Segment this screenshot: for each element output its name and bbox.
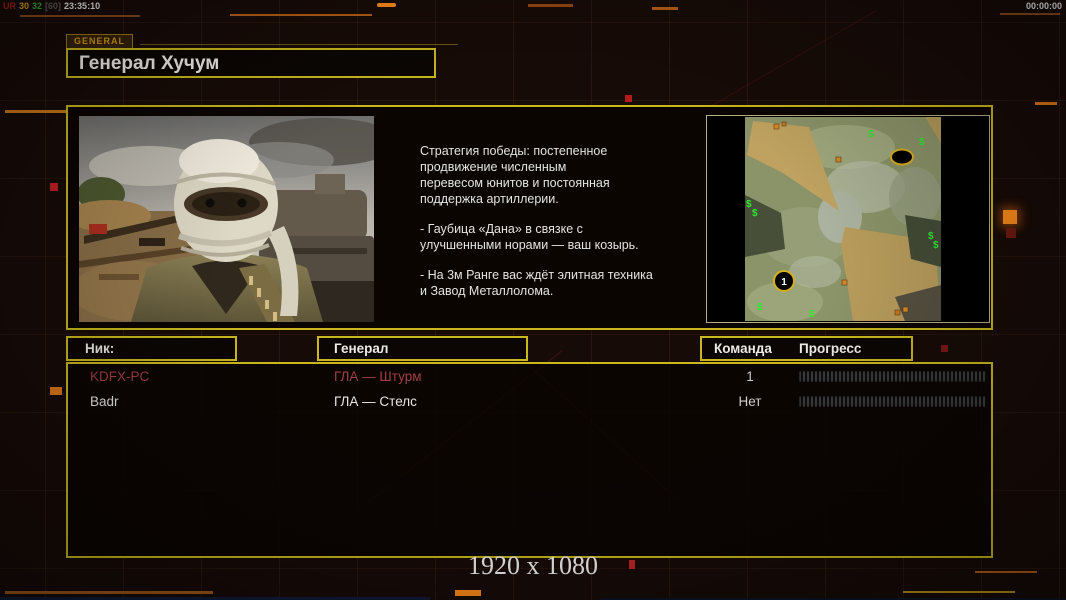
vignette-overlay — [0, 0, 1066, 600]
loading-screen: UR3032[60]23:35:10 00:00:00 GENERAL Гене… — [0, 0, 1066, 600]
